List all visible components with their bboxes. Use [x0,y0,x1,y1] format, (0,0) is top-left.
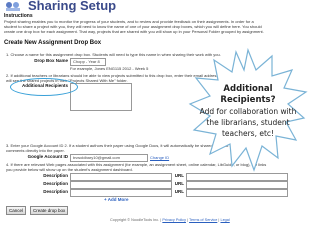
url-input-2[interactable] [186,181,288,189]
description-label-1: Description [43,173,68,178]
callout-line-2: Add for collaboration with [199,107,297,116]
instructions-line-3: create one drop box for each assignment.… [4,29,264,34]
recipients-highlight-circle [10,78,78,96]
footer-copyright: Copyright © NoodleTools Inc. | [110,218,162,222]
legal-link[interactable]: Legal [220,218,229,222]
callout-text: Additional Recipients? Add for collabora… [196,84,300,139]
drop-box-name-label: Drop Box Name [34,58,68,63]
step-3-text-line-2: comments directly into the paper. [6,148,65,153]
description-label-2: Description [43,181,68,186]
footer-separator-1: | [187,218,189,222]
description-input-1[interactable] [70,173,172,181]
footer: Copyright © NoodleTools Inc. | Privacy P… [110,218,230,222]
page-title: Sharing Setup [28,0,117,13]
add-more-link[interactable]: + Add More [104,197,128,202]
google-account-input[interactable]: bvwoldbary10@gmail.com [70,154,148,162]
drop-box-name-example: For example, Jones ENG115 2012 - Week 5 [70,66,149,71]
cancel-button[interactable]: Cancel [6,206,27,215]
additional-recipients-input[interactable] [70,83,132,111]
terms-of-service-link[interactable]: Terms of Service [189,218,217,222]
url-input-3[interactable] [186,189,288,197]
step-4-text-line-2: you provide below will show up on the st… [6,167,133,172]
callout-line-3: the librarians, student [206,118,290,127]
callout-line-1: Additional Recipients? [220,84,276,105]
drop-box-name-input[interactable]: Chopp - Year 8 [70,58,106,66]
url-label-2: URL [174,181,184,186]
create-heading: Create New Assignment Drop Box [4,40,102,46]
description-input-3[interactable] [70,189,172,197]
header-bar: Sharing Setup [0,0,320,14]
privacy-policy-link[interactable]: Privacy Policy [162,218,186,222]
url-label-3: URL [174,189,184,194]
sharing-logo-icon [6,2,20,11]
url-label-1: URL [174,173,184,178]
google-account-label: Google Account ID [27,154,68,159]
callout-line-4: teachers, etc! [221,129,275,138]
description-label-3: Description [43,189,68,194]
description-input-2[interactable] [70,181,172,189]
change-id-link[interactable]: Change ID [150,155,169,160]
create-drop-box-button[interactable]: Create drop box [30,206,69,215]
